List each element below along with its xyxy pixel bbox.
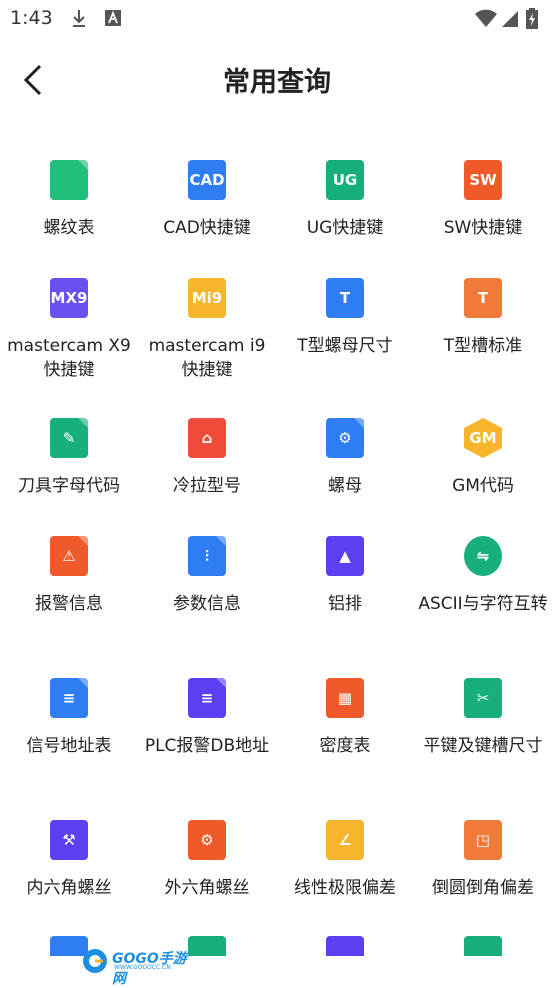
item-icon-text: ⚠ xyxy=(62,547,76,565)
item-icon-text: Mi9 xyxy=(191,289,223,307)
app-header: 常用查询 xyxy=(0,50,554,110)
item-label: GM代码 xyxy=(452,476,514,496)
item-label: mastercam X9快捷键 xyxy=(7,336,131,380)
item-label: mastercam i9快捷键 xyxy=(148,336,266,380)
item-label: 冷拉型号 xyxy=(173,476,241,496)
item-icon-text: ✎ xyxy=(62,429,76,447)
font-a-icon xyxy=(104,8,122,32)
page-title: 常用查询 xyxy=(223,67,331,98)
item-label: UG快捷键 xyxy=(306,218,384,238)
item-label: T型槽标准 xyxy=(443,336,523,356)
item-icon-text: ⫶ xyxy=(205,547,209,565)
item-label: ASCII与字符互转 xyxy=(418,594,548,614)
item-label: 平键及键槽尺寸 xyxy=(423,736,543,756)
item-label: 倒圆倒角偏差 xyxy=(432,878,534,898)
item-icon-text: ⚒ xyxy=(62,831,76,849)
item-icon-text: ⇋ xyxy=(476,547,490,565)
item-label: 外六角螺丝 xyxy=(164,878,250,898)
item-icon-text: ≡ xyxy=(62,689,76,707)
wifi-icon xyxy=(474,8,498,32)
item-label: 报警信息 xyxy=(35,594,103,614)
item-icon-text: ∠ xyxy=(338,831,352,849)
item-label: 螺母 xyxy=(328,476,362,496)
status-time: 1:43 xyxy=(10,7,53,29)
battery-icon xyxy=(526,8,538,34)
item-icon-text: ◳ xyxy=(475,831,491,849)
gogo-logo-icon xyxy=(83,949,107,973)
download-icon xyxy=(70,8,88,32)
item-icon-text: ⚙ xyxy=(200,831,214,849)
item-icon-text: ≡ xyxy=(200,689,214,707)
item-icon-text: ▦ xyxy=(337,689,353,707)
item-icon-text: T xyxy=(339,289,351,307)
item-icon-text xyxy=(50,160,88,200)
item-label: T型螺母尺寸 xyxy=(297,336,393,356)
item-label: 螺纹表 xyxy=(43,218,95,238)
item-icon-text: CAD xyxy=(189,171,225,189)
item-label: 刀具字母代码 xyxy=(18,476,120,496)
item-icon-text: ✂ xyxy=(476,689,490,707)
signal-icon xyxy=(500,8,520,32)
item-icon-text: MX9 xyxy=(50,289,88,307)
watermark-url: WWW.GOGOCC.CN xyxy=(114,964,171,971)
item-icon-text: ▲ xyxy=(339,547,351,565)
status-bar: 1:43 xyxy=(0,0,554,38)
item-label: 密度表 xyxy=(319,736,371,756)
item-icon-text: ⌂ xyxy=(201,429,213,447)
item-label: PLC报警DB地址 xyxy=(144,736,270,756)
item-icon-text: GM xyxy=(469,429,497,447)
item-label: 信号地址表 xyxy=(26,736,112,756)
watermark-logo: GOGO手游网 WWW.GOGOCC.CN xyxy=(80,946,200,987)
item-label: 线性极限偏差 xyxy=(294,878,396,898)
item-label: 铝排 xyxy=(328,594,362,614)
item-label: 内六角螺丝 xyxy=(26,878,112,898)
item-label: SW快捷键 xyxy=(443,218,523,238)
item-icon-text: T xyxy=(477,289,489,307)
item-icon-text: UG xyxy=(332,171,358,189)
item-label: 参数信息 xyxy=(173,594,241,614)
partial-tile-icon xyxy=(326,936,364,956)
item-label: CAD快捷键 xyxy=(163,218,251,238)
partial-tile-icon xyxy=(464,936,502,956)
item-icon-text: SW xyxy=(469,171,497,189)
item-icon-text: ⚙ xyxy=(338,429,352,447)
